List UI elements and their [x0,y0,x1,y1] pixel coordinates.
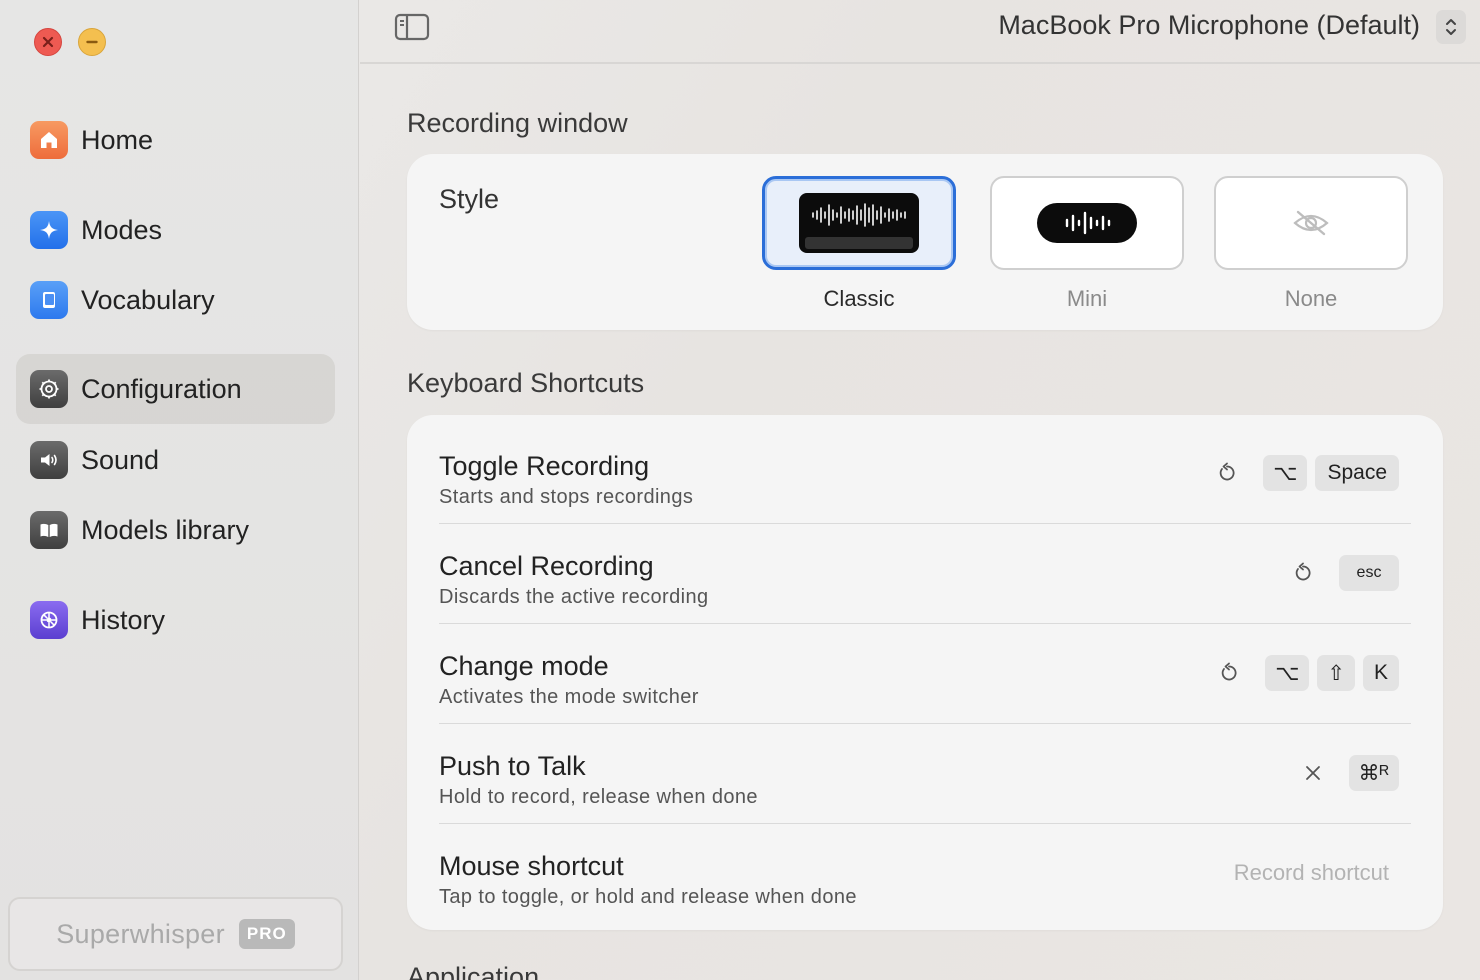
sidebar-item-modes[interactable]: Modes [16,195,335,265]
style-option-mini[interactable]: Mini [990,176,1184,312]
shortcut-row-mouse-shortcut: Mouse shortcut Tap to toggle, or hold an… [439,823,1411,923]
key-shift: ⇧ [1317,655,1355,691]
reset-icon [1221,662,1237,681]
sparkle-icon [30,211,68,249]
sidebar-item-home[interactable]: Home [16,105,335,175]
shortcut-keys[interactable]: ⌘ᴿ [1295,723,1399,823]
shortcut-subtitle: Activates the mode switcher [439,686,699,708]
minimize-window-button[interactable] [78,28,106,56]
sidebar-item-configuration[interactable]: Configuration [16,354,335,424]
style-label: Style [439,184,500,214]
sidebar-item-vocabulary[interactable]: Vocabulary [16,265,335,335]
sidebar-item-models-library[interactable]: Models library [16,495,335,565]
chevron-up-down-icon [1446,19,1456,35]
reset-shortcut-button[interactable] [1209,455,1245,491]
key-option: ⌥ [1265,655,1310,691]
shortcut-subtitle: Discards the active recording [439,586,709,608]
window-controls [34,28,106,56]
shortcut-keys[interactable]: esc [1285,523,1399,623]
minimize-icon [86,40,98,44]
key-right-command: ⌘ᴿ [1348,755,1399,791]
close-icon [42,36,54,48]
key-option: ⌥ [1263,455,1308,491]
book-icon [30,281,68,319]
key-space: Space [1315,455,1399,491]
style-option-none[interactable]: None [1214,176,1408,312]
shortcut-subtitle: Hold to record, release when done [439,786,758,808]
shortcut-row-toggle-recording: Toggle Recording Starts and stops record… [439,423,1411,523]
recording-window-card: Style Classic Mini None [407,154,1443,330]
history-icon [30,601,68,639]
toolbar: MacBook Pro Microphone (Default) [360,0,1480,64]
sidebar: Home Modes Vocabulary Configuration Soun… [0,0,359,980]
style-preview-frame [1214,176,1408,270]
clear-shortcut-button[interactable] [1295,755,1331,791]
style-option-label: Mini [1066,286,1108,311]
sidebar-toggle-icon[interactable] [394,12,430,42]
upgrade-pro-button[interactable]: Superwhisper PRO [8,897,343,971]
shortcut-title: Cancel Recording [439,551,654,581]
shortcut-title: Push to Talk [439,751,586,781]
close-window-button[interactable] [34,28,62,56]
style-option-label: None [1284,286,1338,311]
shortcut-title: Change mode [439,651,609,681]
microphone-stepper[interactable] [1436,10,1466,44]
style-option-label: Classic [823,286,895,311]
mini-waveform-icon [1037,203,1137,243]
waveform-icon [799,193,919,253]
sidebar-item-label: Configuration [81,373,242,404]
sidebar-item-history[interactable]: History [16,585,335,655]
key-escape: esc [1339,555,1399,591]
shortcut-keys[interactable]: ⌥ Space [1209,423,1399,523]
sidebar-item-label: History [81,604,166,635]
style-preview-frame [762,176,956,270]
keyboard-shortcuts-card: Toggle Recording Starts and stops record… [407,415,1443,930]
reset-shortcut-button[interactable] [1285,555,1321,591]
section-title-recording-window: Recording window [407,108,628,138]
house-icon [30,121,68,159]
sidebar-item-label: Vocabulary [81,284,215,315]
key-k: K [1363,655,1399,691]
shortcut-title: Mouse shortcut [439,851,624,881]
sidebar-item-label: Sound [81,444,160,475]
reset-shortcut-button[interactable] [1211,655,1247,691]
record-shortcut-button[interactable]: Record shortcut [1234,860,1389,886]
sidebar-item-label: Models library [81,514,250,545]
open-book-icon [30,511,68,549]
eye-slash-icon [1293,210,1329,236]
shortcut-title: Toggle Recording [439,451,650,481]
shortcut-row-push-to-talk: Push to Talk Hold to record, release whe… [439,723,1411,823]
shortcut-subtitle: Starts and stops recordings [439,486,694,508]
style-preview-frame [990,176,1184,270]
shortcut-keys: Record shortcut [1234,823,1399,923]
close-icon [1305,766,1320,780]
style-option-classic[interactable]: Classic [762,176,956,312]
section-title-application: Application [407,962,540,980]
shortcut-row-change-mode: Change mode Activates the mode switcher … [439,623,1411,723]
shortcut-row-cancel-recording: Cancel Recording Discards the active rec… [439,523,1411,623]
reset-icon [1219,462,1235,481]
pro-badge: PRO [238,919,295,949]
section-title-keyboard-shortcuts: Keyboard Shortcuts [407,368,645,398]
sidebar-item-label: Modes [81,214,163,245]
shortcut-keys[interactable]: ⌥ ⇧ K [1211,623,1399,723]
gear-icon [30,370,68,408]
reset-icon [1295,562,1311,581]
sidebar-item-sound[interactable]: Sound [16,425,335,495]
sidebar-item-label: Home [81,124,154,155]
speaker-icon [30,441,68,479]
microphone-select[interactable]: MacBook Pro Microphone (Default) [998,10,1420,41]
app-name: Superwhisper [56,918,225,949]
shortcut-subtitle: Tap to toggle, or hold and release when … [439,886,857,908]
